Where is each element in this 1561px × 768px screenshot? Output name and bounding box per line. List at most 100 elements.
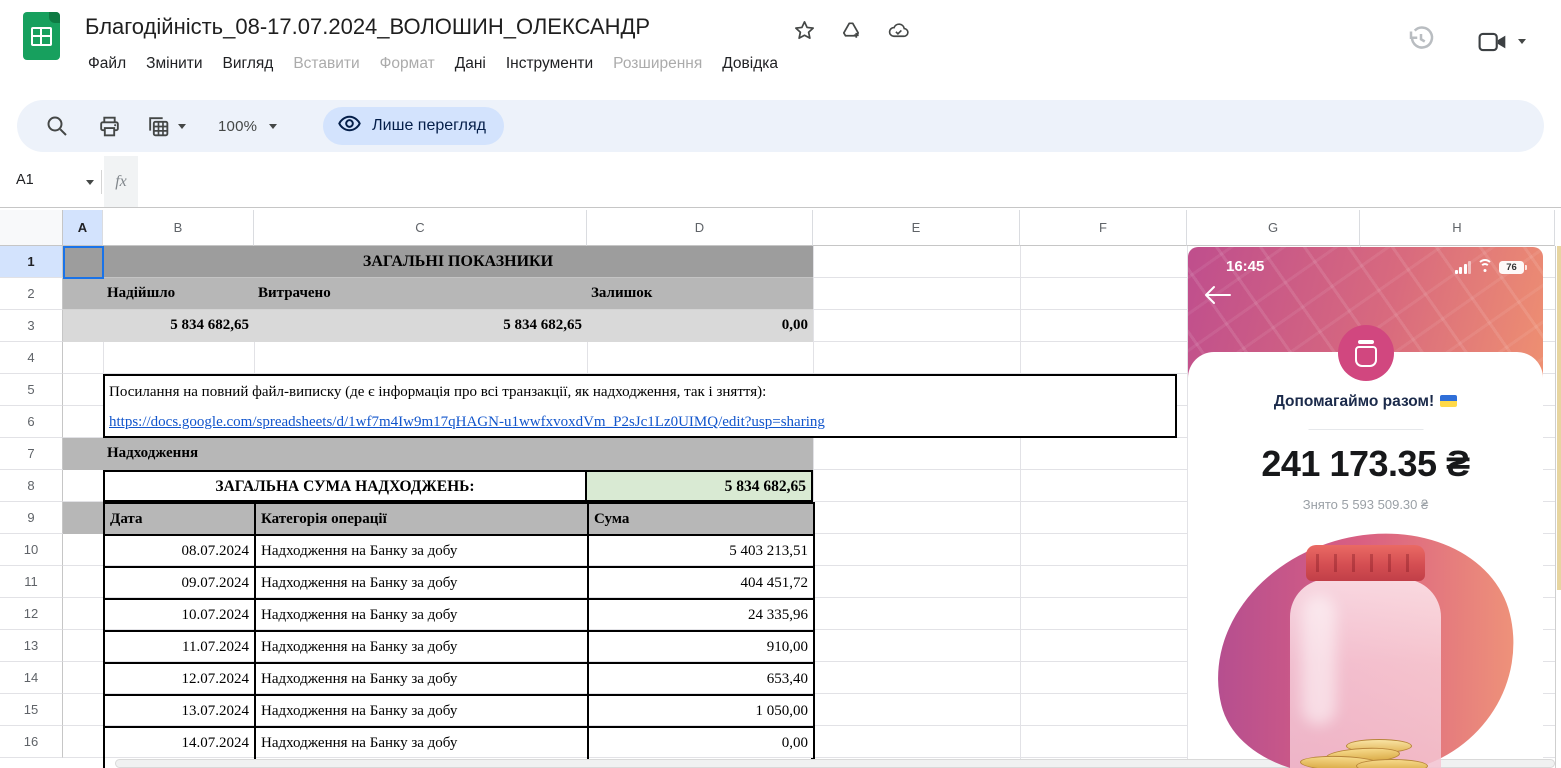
document-title[interactable]: Благодійність_08-17.07.2024_ВОЛОШИН_ОЛЕК… <box>85 14 650 40</box>
cell-header-spent[interactable]: Витрачено <box>254 278 587 310</box>
statement-link-url[interactable]: https://docs.google.com/spreadsheets/d/1… <box>109 407 825 437</box>
row-header-6[interactable]: 6 <box>0 406 63 438</box>
column-header-H[interactable]: H <box>1360 210 1555 246</box>
cell-amount[interactable]: 24 335,96 <box>588 599 814 631</box>
cell-total-value[interactable]: 5 834 682,65 <box>585 470 813 502</box>
menu-data[interactable]: Дані <box>445 50 496 78</box>
chevron-down-icon[interactable] <box>1518 39 1526 44</box>
cell-amount[interactable]: 653,40 <box>588 663 814 695</box>
row-header-5[interactable]: 5 <box>0 374 63 406</box>
star-icon[interactable] <box>793 19 816 42</box>
column-header-B[interactable]: B <box>103 210 254 246</box>
cell-date[interactable]: 11.07.2024 <box>104 631 255 663</box>
cell-category[interactable]: Надходження на Банку за добу <box>255 727 588 759</box>
cell-total-label[interactable]: ЗАГАЛЬНА СУМА НАДХОДЖЕНЬ: <box>103 470 587 502</box>
fx-area[interactable]: fx <box>104 156 138 207</box>
row-header-8[interactable]: 8 <box>0 470 63 502</box>
separator <box>101 170 102 194</box>
chevron-down-icon[interactable] <box>178 124 186 129</box>
cell-amount[interactable]: 910,00 <box>588 631 814 663</box>
cell-value-balance[interactable]: 0,00 <box>587 310 813 342</box>
column-header-date[interactable]: Дата <box>104 503 255 535</box>
cell-category[interactable]: Надходження на Банку за добу <box>255 599 588 631</box>
embedded-image-monobank-jar[interactable]: 16:45 76 Допомагаймо разом! 241 173.35 ₴… <box>1188 247 1543 768</box>
cell-header-received[interactable]: Надійшло <box>103 278 254 310</box>
cell-amount[interactable]: 404 451,72 <box>588 567 814 599</box>
add-to-drive-icon[interactable] <box>839 19 863 42</box>
cell-date[interactable]: 14.07.2024 <box>104 727 255 759</box>
select-all-corner[interactable] <box>0 210 63 246</box>
cell-amount[interactable]: 0,00 <box>588 727 814 759</box>
vertical-scrollbar-thumb[interactable] <box>1557 246 1561 590</box>
cloud-saved-icon[interactable] <box>886 19 911 42</box>
cell-date[interactable]: 13.07.2024 <box>104 695 255 727</box>
menu-view[interactable]: Вигляд <box>213 50 284 78</box>
app-header: Благодійність_08-17.07.2024_ВОЛОШИН_ОЛЕК… <box>0 0 1561 92</box>
row-header-12[interactable]: 12 <box>0 598 63 630</box>
cell-amount[interactable]: 5 403 213,51 <box>588 535 814 567</box>
battery-level: 76 <box>1499 261 1524 274</box>
cell-category[interactable]: Надходження на Банку за добу <box>255 631 588 663</box>
row-header-16[interactable]: 16 <box>0 726 63 758</box>
menu-help[interactable]: Довідка <box>712 50 788 78</box>
logo-fold <box>49 12 60 23</box>
row-header-13[interactable]: 13 <box>0 630 63 662</box>
menu-bar: ФайлЗмінитиВиглядВставитиФорматДаніІнстр… <box>78 50 788 78</box>
cell-date[interactable]: 10.07.2024 <box>104 599 255 631</box>
row-header-2[interactable]: 2 <box>0 278 63 310</box>
menu-tools[interactable]: Інструменти <box>496 50 603 78</box>
jar-balance: 241 173.35 ₴ <box>1188 443 1543 485</box>
status-time: 16:45 <box>1226 258 1264 275</box>
row-header-3[interactable]: 3 <box>0 310 63 342</box>
cell-date[interactable]: 09.07.2024 <box>104 567 255 599</box>
cell-amount[interactable]: 1 050,00 <box>588 695 814 727</box>
cell-category[interactable]: Надходження на Банку за добу <box>255 663 588 695</box>
cell-date[interactable]: 12.07.2024 <box>104 663 255 695</box>
cell-A9[interactable] <box>63 502 103 534</box>
search-icon[interactable] <box>45 114 69 138</box>
column-header-amount[interactable]: Сума <box>588 503 814 535</box>
zoom-control[interactable]: 100% <box>218 118 277 135</box>
row-header-1[interactable]: 1 <box>0 246 63 278</box>
column-header-F[interactable]: F <box>1020 210 1187 246</box>
statement-link-caption[interactable]: Посилання на повний файл-виписку (де є і… <box>109 377 1169 407</box>
row-header-14[interactable]: 14 <box>0 662 63 694</box>
cell-category[interactable]: Надходження на Банку за добу <box>255 567 588 599</box>
column-header-G[interactable]: G <box>1187 210 1360 246</box>
column-header-C[interactable]: C <box>254 210 587 246</box>
name-box[interactable]: A1 <box>16 172 34 188</box>
column-header-A[interactable]: A <box>63 210 103 246</box>
view-only-pill[interactable]: Лише перегляд <box>323 107 504 145</box>
column-header-D[interactable]: D <box>587 210 813 246</box>
vertical-scrollbar[interactable] <box>1555 246 1561 768</box>
version-history-icon[interactable] <box>1406 24 1436 59</box>
meet-camera-button[interactable] <box>1478 31 1526 53</box>
chevron-down-icon[interactable] <box>269 124 277 129</box>
wifi-icon <box>1477 261 1493 274</box>
sheets-logo-icon[interactable] <box>23 12 60 60</box>
cell-category[interactable]: Надходження на Банку за добу <box>255 535 588 567</box>
row-header-7[interactable]: 7 <box>0 438 63 470</box>
row-header-11[interactable]: 11 <box>0 566 63 598</box>
menu-edit[interactable]: Змінити <box>136 50 212 78</box>
column-header-E[interactable]: E <box>813 210 1020 246</box>
cell-section-title[interactable]: Надходження <box>107 438 507 470</box>
toolbar: 100% Лише перегляд <box>17 100 1544 152</box>
print-icon[interactable] <box>97 114 122 139</box>
cell-general-title[interactable]: ЗАГАЛЬНІ ПОКАЗНИКИ <box>103 246 813 278</box>
cell-value-received[interactable]: 5 834 682,65 <box>103 310 254 342</box>
cell-category[interactable]: Надходження на Банку за добу <box>255 695 588 727</box>
formula-bar: A1 fx <box>0 156 1561 208</box>
row-header-15[interactable]: 15 <box>0 694 63 726</box>
cell-header-balance[interactable]: Залишок <box>587 278 813 310</box>
cell-value-spent[interactable]: 5 834 682,65 <box>254 310 587 342</box>
cell-date[interactable]: 08.07.2024 <box>104 535 255 567</box>
row-header-10[interactable]: 10 <box>0 534 63 566</box>
row-header-9[interactable]: 9 <box>0 502 63 534</box>
column-header-category[interactable]: Категорія операції <box>255 503 588 535</box>
chevron-down-icon[interactable] <box>86 180 94 185</box>
row-header-4[interactable]: 4 <box>0 342 63 374</box>
sheet-views-icon[interactable] <box>146 114 186 139</box>
menu-file[interactable]: Файл <box>78 50 136 78</box>
jar-cap <box>1306 545 1425 581</box>
